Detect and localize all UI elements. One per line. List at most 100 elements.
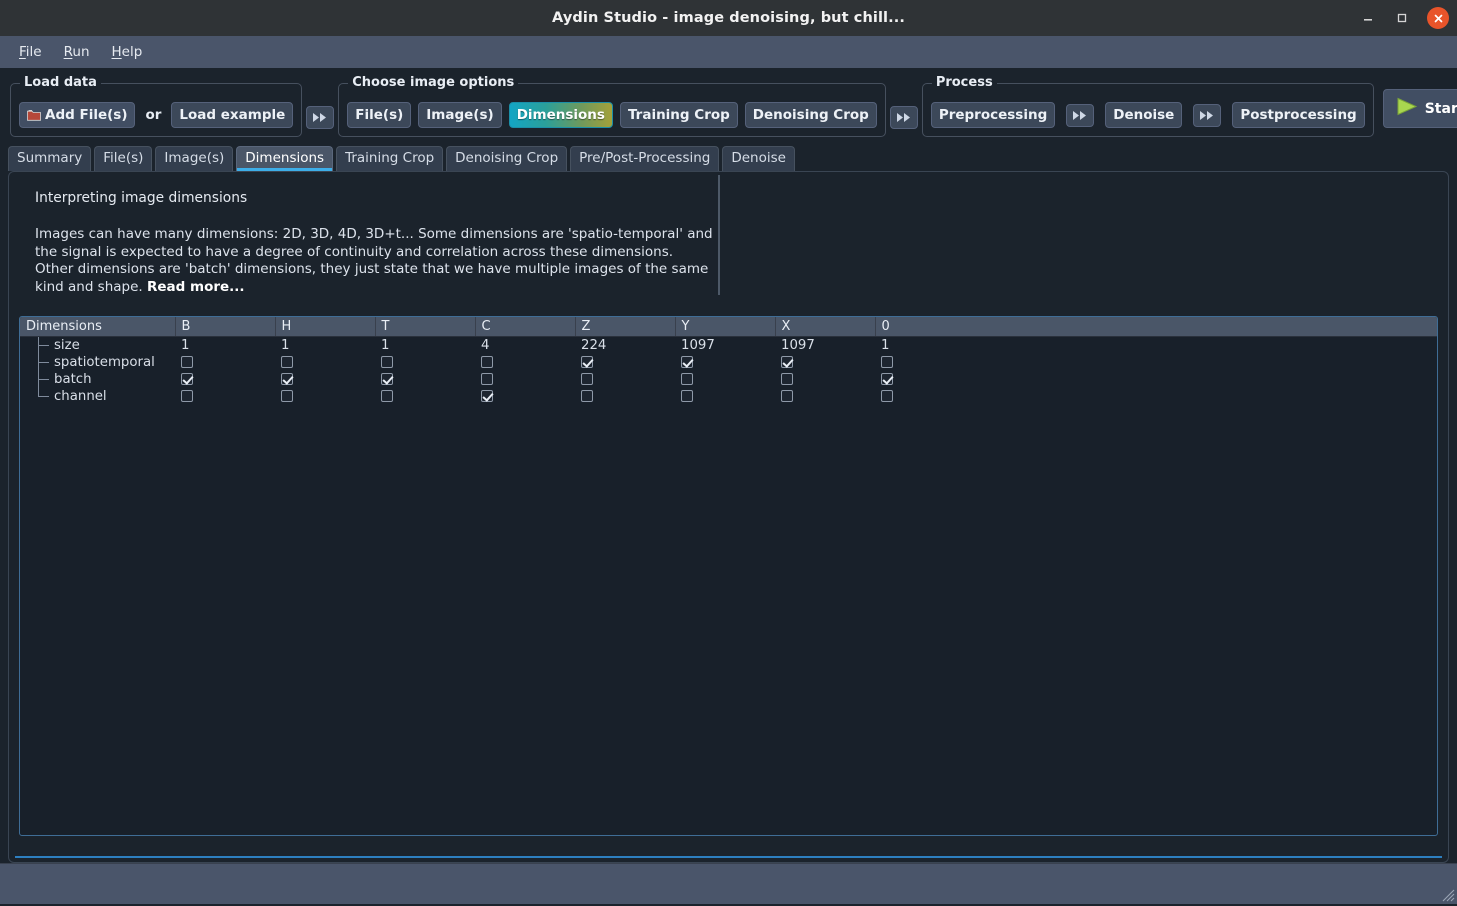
- col-header-y[interactable]: Y: [675, 317, 775, 337]
- checkbox[interactable]: [681, 390, 693, 402]
- tab-training-crop[interactable]: Training Crop: [336, 146, 443, 171]
- cell-size-t[interactable]: 1: [375, 337, 475, 355]
- cell-batch-c[interactable]: [475, 371, 575, 388]
- cell-channel-c[interactable]: [475, 388, 575, 405]
- cell-channel-b[interactable]: [175, 388, 275, 405]
- cell-batch-y[interactable]: [675, 371, 775, 388]
- col-header-x[interactable]: X: [775, 317, 875, 337]
- cell-batch-x[interactable]: [775, 371, 875, 388]
- checkbox[interactable]: [581, 373, 593, 385]
- load-example-button[interactable]: Load example: [171, 102, 293, 128]
- checkbox[interactable]: [281, 356, 293, 368]
- col-header-dimensions[interactable]: Dimensions: [20, 317, 175, 337]
- table-row: size 1 1 1 4 224 1097 1097 1: [20, 337, 1437, 355]
- checkbox[interactable]: [781, 373, 793, 385]
- tab-denoising-crop[interactable]: Denoising Crop: [446, 146, 567, 171]
- tab-pre-post-processing-label: Pre/Post-Processing: [579, 150, 710, 166]
- col-header-z[interactable]: Z: [575, 317, 675, 337]
- cell-size-0[interactable]: 1: [875, 337, 1437, 355]
- cell-channel-t[interactable]: [375, 388, 475, 405]
- cell-batch-t[interactable]: [375, 371, 475, 388]
- option-images-button[interactable]: Image(s): [418, 102, 501, 128]
- cell-spatiotemporal-y[interactable]: [675, 354, 775, 371]
- cell-spatiotemporal-c[interactable]: [475, 354, 575, 371]
- cell-spatiotemporal-t[interactable]: [375, 354, 475, 371]
- cell-spatiotemporal-z[interactable]: [575, 354, 675, 371]
- resize-grip[interactable]: [1439, 886, 1455, 902]
- tab-images[interactable]: Image(s): [155, 146, 233, 171]
- image-options-group-title: Choose image options: [348, 75, 518, 90]
- preprocessing-button[interactable]: Preprocessing: [931, 102, 1055, 128]
- menu-file[interactable]: File: [10, 40, 51, 64]
- read-more-link[interactable]: Read more...: [147, 279, 245, 295]
- process-group: Process Preprocessing Denoise Postproces…: [922, 83, 1374, 137]
- tab-files[interactable]: File(s): [94, 146, 152, 171]
- start-button[interactable]: Start: [1383, 89, 1457, 128]
- cell-channel-z[interactable]: [575, 388, 675, 405]
- postprocessing-button[interactable]: Postprocessing: [1232, 102, 1364, 128]
- checkbox[interactable]: [481, 373, 493, 385]
- col-header-b[interactable]: B: [175, 317, 275, 337]
- cell-channel-0[interactable]: [875, 388, 1437, 405]
- cell-spatiotemporal-x[interactable]: [775, 354, 875, 371]
- cell-batch-z[interactable]: [575, 371, 675, 388]
- cell-spatiotemporal-b[interactable]: [175, 354, 275, 371]
- option-training-crop-button[interactable]: Training Crop: [620, 102, 738, 128]
- checkbox[interactable]: [681, 356, 693, 368]
- checkbox[interactable]: [381, 373, 393, 385]
- tab-images-label: Image(s): [164, 150, 224, 166]
- checkbox[interactable]: [681, 373, 693, 385]
- cell-spatiotemporal-h[interactable]: [275, 354, 375, 371]
- checkbox[interactable]: [881, 373, 893, 385]
- cell-size-y[interactable]: 1097: [675, 337, 775, 355]
- col-header-h[interactable]: H: [275, 317, 375, 337]
- checkbox[interactable]: [781, 390, 793, 402]
- col-header-0[interactable]: 0: [875, 317, 1437, 337]
- checkbox[interactable]: [181, 390, 193, 402]
- option-denoising-crop-button[interactable]: Denoising Crop: [745, 102, 877, 128]
- cell-batch-0[interactable]: [875, 371, 1437, 388]
- tab-summary[interactable]: Summary: [8, 146, 91, 171]
- cell-batch-h[interactable]: [275, 371, 375, 388]
- tab-denoise[interactable]: Denoise: [722, 146, 795, 171]
- cell-size-b[interactable]: 1: [175, 337, 275, 355]
- tab-pre-post-processing[interactable]: Pre/Post-Processing: [570, 146, 719, 171]
- checkbox[interactable]: [781, 356, 793, 368]
- cell-channel-h[interactable]: [275, 388, 375, 405]
- cell-size-z[interactable]: 224: [575, 337, 675, 355]
- checkbox[interactable]: [581, 356, 593, 368]
- checkbox[interactable]: [881, 390, 893, 402]
- add-files-button[interactable]: Add File(s): [19, 102, 135, 128]
- col-header-c[interactable]: C: [475, 317, 575, 337]
- close-button[interactable]: [1427, 7, 1449, 29]
- checkbox[interactable]: [381, 356, 393, 368]
- menu-help[interactable]: Help: [103, 40, 152, 64]
- checkbox[interactable]: [281, 373, 293, 385]
- tab-dimensions[interactable]: Dimensions: [236, 146, 333, 171]
- checkbox[interactable]: [481, 356, 493, 368]
- checkbox[interactable]: [881, 356, 893, 368]
- minimize-button[interactable]: [1357, 7, 1379, 29]
- option-files-button[interactable]: File(s): [347, 102, 411, 128]
- option-dimensions-button[interactable]: Dimensions: [509, 102, 613, 128]
- maximize-button[interactable]: [1391, 7, 1413, 29]
- cell-spatiotemporal-0[interactable]: [875, 354, 1437, 371]
- checkbox[interactable]: [381, 390, 393, 402]
- denoise-button[interactable]: Denoise: [1105, 102, 1182, 128]
- row-label-size-cell: size: [20, 337, 175, 355]
- checkbox[interactable]: [581, 390, 593, 402]
- cell-size-h[interactable]: 1: [275, 337, 375, 355]
- checkbox[interactable]: [481, 390, 493, 402]
- checkbox[interactable]: [181, 373, 193, 385]
- cell-batch-b[interactable]: [175, 371, 275, 388]
- tab-dimensions-label: Dimensions: [245, 150, 324, 166]
- col-header-t[interactable]: T: [375, 317, 475, 337]
- window-title: Aydin Studio - image denoising, but chil…: [0, 10, 1457, 26]
- cell-size-c[interactable]: 4: [475, 337, 575, 355]
- checkbox[interactable]: [181, 356, 193, 368]
- checkbox[interactable]: [281, 390, 293, 402]
- menu-run[interactable]: Run: [55, 40, 99, 64]
- cell-channel-x[interactable]: [775, 388, 875, 405]
- cell-size-x[interactable]: 1097: [775, 337, 875, 355]
- cell-channel-y[interactable]: [675, 388, 775, 405]
